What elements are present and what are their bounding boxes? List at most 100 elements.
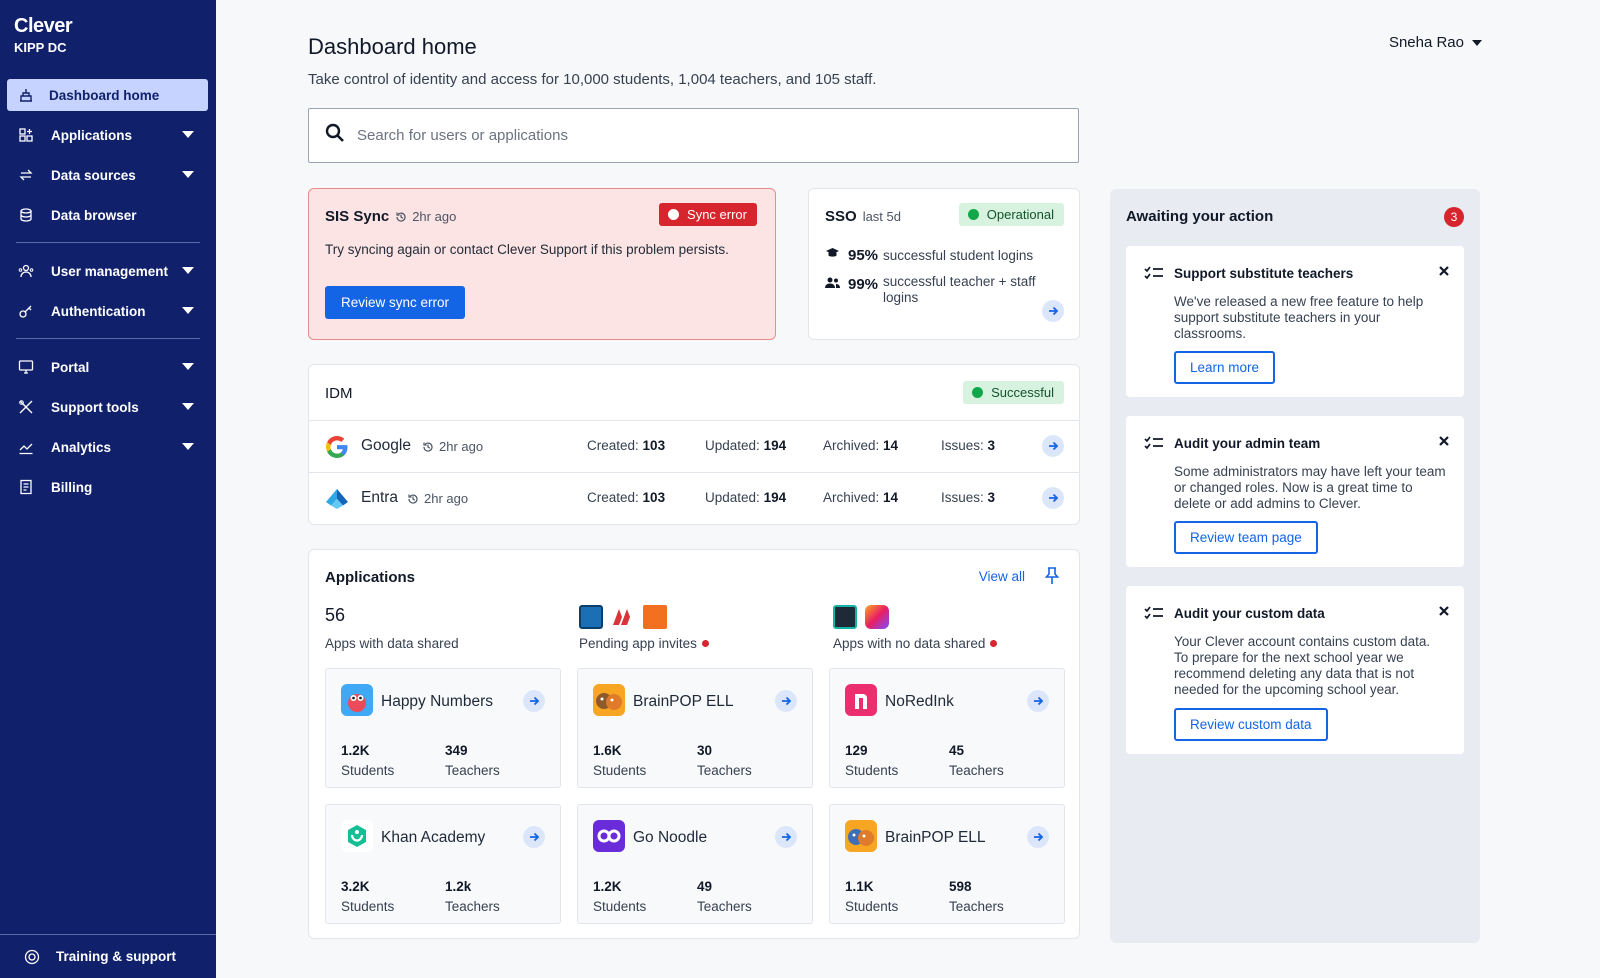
pin-icon[interactable] [1044, 567, 1060, 590]
sidebar-item-dashboard-home[interactable]: Dashboard home [7, 79, 208, 111]
checklist-icon [1144, 436, 1164, 455]
idm-source-name: Google [361, 437, 411, 454]
sidebar-item-data-sources[interactable]: Data sources [0, 155, 216, 195]
sidebar-item-user-management[interactable]: User management [0, 251, 216, 291]
students-count: 1.1K [845, 879, 874, 894]
idm-row-entra[interactable]: Entra 2hr ago Created: 103 Updated: 194 … [309, 472, 1079, 524]
action-card-description: Some administrators may have left your t… [1174, 464, 1446, 511]
google-details-arrow-icon[interactable] [1042, 435, 1064, 457]
sidebar-item-billing[interactable]: Billing [0, 467, 216, 507]
sis-sync-time: 2hr ago [395, 209, 456, 224]
app-arrow-icon[interactable] [523, 690, 545, 712]
teachers-count: 1.2k [445, 879, 472, 894]
view-all-link[interactable]: View all [979, 569, 1025, 584]
teachers-count: 45 [949, 743, 965, 758]
app-name: Khan Academy [381, 829, 486, 846]
app-arrow-icon[interactable] [1027, 690, 1049, 712]
close-icon[interactable] [1438, 434, 1450, 452]
search-box[interactable] [308, 108, 1079, 163]
students-label: Students [593, 899, 647, 914]
close-icon[interactable] [1438, 264, 1450, 282]
updated-label: Updated: [705, 438, 760, 453]
review-sync-error-button[interactable]: Review sync error [325, 286, 466, 319]
search-input[interactable] [357, 127, 1037, 144]
app-tile-noredink[interactable]: NoRedInk 129 Students 45 Teachers [829, 668, 1065, 788]
idm-row-google[interactable]: Google 2hr ago Created: 103 Updated: 194… [309, 420, 1079, 472]
training-support-link[interactable]: Training & support [0, 934, 216, 978]
chevron-down-icon[interactable] [182, 131, 194, 138]
sidebar-item-data-browser[interactable]: Data browser [0, 195, 216, 235]
action-card-description: Your Clever account contains custom data… [1174, 634, 1431, 697]
app-arrow-icon[interactable] [523, 826, 545, 848]
user-menu[interactable]: Sneha Rao [1389, 34, 1482, 51]
sidebar-item-support-tools[interactable]: Support tools [0, 387, 216, 427]
idm-source-name: Entra [361, 489, 399, 506]
app-tile-khan-academy[interactable]: Khan Academy 3.2K Students 1.2k Teachers [325, 804, 561, 924]
entra-logo-icon [324, 486, 350, 515]
chevron-down-icon[interactable] [182, 443, 194, 450]
receipt-icon [18, 479, 34, 495]
page-title: Dashboard home [308, 34, 477, 59]
teacher-login-label: successful teacher + staff logins [883, 274, 1036, 305]
brand[interactable]: Clever KIPP DC [14, 16, 73, 55]
idm-time-text: 2hr ago [439, 439, 484, 454]
sync-error-badge: Sync error [659, 203, 757, 226]
app-arrow-icon[interactable] [1027, 826, 1049, 848]
pending-invites[interactable]: Pending app invites [579, 636, 709, 651]
app-tile-brainpop-ell[interactable]: BrainPOP ELL 1.6K Students 30 Teachers [577, 668, 813, 788]
sidebar-item-authentication[interactable]: Authentication [0, 291, 216, 331]
history-icon [396, 211, 406, 222]
pending-app-logos [579, 605, 667, 629]
created-value: 103 [642, 490, 666, 505]
students-label: Students [341, 899, 395, 914]
students-label: Students [845, 899, 899, 914]
sidebar-item-label: Authentication [51, 303, 146, 319]
sidebar: Clever KIPP DC Dashboard home Applicatio… [0, 0, 216, 978]
notification-dot [701, 640, 709, 647]
sidebar-item-analytics[interactable]: Analytics [0, 427, 216, 467]
issues-value: 3 [987, 438, 996, 453]
app-arrow-icon[interactable] [775, 690, 797, 712]
app-tile-happy-numbers[interactable]: Happy Numbers 1.2K Students 349 Teachers [325, 668, 561, 788]
no-data-apps[interactable]: Apps with no data shared [833, 636, 998, 651]
users-icon [18, 263, 34, 279]
chevron-down-icon[interactable] [182, 171, 194, 178]
idm-title: IDM [325, 385, 353, 402]
teachers-label: Teachers [445, 899, 500, 914]
sso-details-arrow-icon[interactable] [1042, 300, 1064, 322]
action-card-title: Support substitute teachers [1174, 266, 1354, 281]
training-support-label: Training & support [56, 949, 176, 964]
sis-sync-title: SIS Sync [325, 208, 390, 225]
chevron-down-icon[interactable] [182, 403, 194, 410]
app-arrow-icon[interactable] [775, 826, 797, 848]
database-icon [18, 207, 34, 223]
clever-logo[interactable]: Clever [14, 16, 73, 36]
sidebar-item-label: Data sources [51, 167, 136, 183]
operational-badge: Operational [958, 203, 1064, 226]
close-icon[interactable] [1438, 604, 1450, 622]
sidebar-item-portal[interactable]: Portal [0, 347, 216, 387]
review-custom-data-button[interactable]: Review custom data [1174, 708, 1328, 741]
app-tile-go-noodle[interactable]: Go Noodle 1.2K Students 49 Teachers [577, 804, 813, 924]
sidebar-item-applications[interactable]: Applications [0, 115, 216, 155]
app-logo-icon [865, 605, 889, 629]
history-icon [408, 493, 418, 504]
status-dot [668, 209, 680, 220]
entra-details-arrow-icon[interactable] [1042, 487, 1064, 509]
chevron-down-icon[interactable] [182, 307, 194, 314]
sidebar-item-label: Data browser [51, 207, 137, 223]
created-label: Created: [587, 490, 639, 505]
search-icon [325, 123, 345, 148]
app-tile-brainpop-ell-2[interactable]: BrainPOP ELL 1.1K Students 598 Teachers [829, 804, 1065, 924]
created-stat: Created: 103 [587, 438, 665, 453]
learn-more-button[interactable]: Learn more [1174, 351, 1276, 384]
students-label: Students [845, 763, 899, 778]
apps-shared-count: 56 [325, 605, 346, 625]
chevron-down-icon[interactable] [182, 267, 194, 274]
history-icon [423, 441, 433, 452]
graduation-cap-icon [825, 246, 840, 264]
idm-time-text: 2hr ago [424, 491, 469, 506]
review-team-page-button[interactable]: Review team page [1174, 521, 1318, 554]
chevron-down-icon[interactable] [182, 363, 194, 370]
archived-stat: Archived: 14 [823, 438, 898, 453]
